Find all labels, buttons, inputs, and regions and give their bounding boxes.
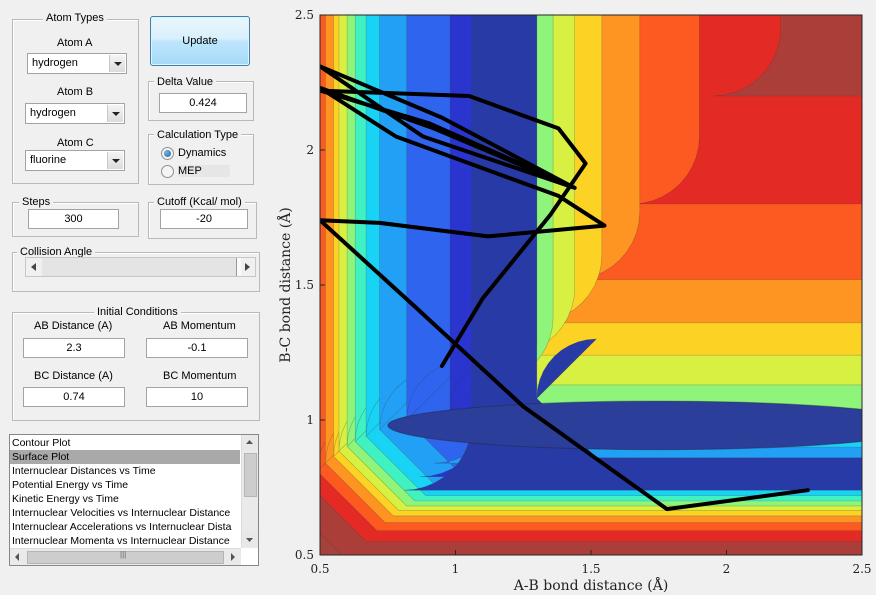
cutoff-title: Cutoff (Kcal/ mol): [154, 196, 245, 208]
y-tick-label: 2.5: [295, 8, 314, 22]
bc-momentum-input[interactable]: 10: [146, 387, 248, 407]
axis-ticks: 0.5 1 1.5 2 2.5 0.5 1 1.5 2 2.5: [295, 8, 872, 576]
atom-types-title: Atom Types: [43, 12, 107, 24]
contour-band: [420, 15, 862, 478]
cutoff-input[interactable]: -20: [160, 209, 248, 229]
hscroll-thumb[interactable]: |||: [27, 550, 224, 564]
contour-band: [333, 15, 862, 517]
plot-type-list[interactable]: Contour Plot Surface Plot Internuclear Dis…: [9, 434, 259, 566]
arrow-down-icon: [246, 538, 253, 542]
contour-band: [346, 15, 862, 507]
list-horizontal-scrollbar[interactable]: |||: [10, 548, 241, 565]
collision-angle-slider[interactable]: [25, 257, 256, 277]
steps-title: Steps: [19, 196, 54, 208]
chevron-down-icon[interactable]: [107, 152, 123, 169]
y-tick-label: 1: [306, 413, 314, 427]
slider-left-button[interactable]: [26, 258, 42, 276]
plot-frame: [319, 14, 863, 556]
atom-b-value: hydrogen: [30, 107, 76, 119]
slider-right-button[interactable]: [241, 258, 255, 276]
plot-type-item[interactable]: Kinetic Energy vs Time: [10, 492, 240, 506]
contour-bands: [320, 15, 862, 555]
plot-type-item[interactable]: Internuclear Distances vs Time: [10, 464, 240, 478]
arrow-right-icon: [245, 263, 250, 271]
plot-type-item[interactable]: Potential Energy vs Time: [10, 478, 240, 492]
atom-b-label: Atom B: [57, 86, 94, 98]
chevron-down-icon[interactable]: [109, 55, 125, 72]
x-tick-label: 0.5: [310, 562, 329, 576]
atom-b-select[interactable]: hydrogen: [25, 103, 125, 124]
atom-a-label: Atom A: [57, 37, 93, 49]
y-tick-label: 0.5: [295, 548, 314, 562]
steps-input[interactable]: 300: [28, 209, 119, 229]
calc-type-title: Calculation Type: [154, 129, 242, 141]
bc-distance-label: BC Distance (A): [34, 370, 113, 382]
plot-type-item[interactable]: Surface Plot: [10, 450, 240, 464]
contour-band: [325, 15, 862, 523]
atom-c-value: fluorine: [30, 154, 67, 166]
dynamics-radio[interactable]: [161, 147, 174, 160]
delta-title: Delta Value: [154, 76, 217, 88]
x-tick-label: 1: [452, 562, 460, 576]
ab-distance-label: AB Distance (A): [34, 320, 113, 332]
x-tick-label: 1.5: [581, 562, 600, 576]
grip-icon: |||: [120, 550, 127, 559]
contour-band: [320, 15, 862, 532]
arrow-left-icon: [31, 263, 36, 271]
arrow-up-icon: [246, 440, 253, 444]
x-tick-label: 2: [723, 562, 731, 576]
contour-band: [403, 15, 862, 491]
plot-type-items: Contour Plot Surface Plot Internuclear Dis…: [10, 436, 240, 548]
potential-well: [387, 400, 862, 451]
ab-momentum-label: AB Momentum: [163, 320, 236, 332]
mep-label: MEP: [178, 165, 230, 177]
arrow-right-icon[interactable]: [225, 549, 240, 565]
y-tick-label: 2: [306, 143, 314, 157]
bc-distance-input[interactable]: 0.74: [23, 387, 125, 407]
contour-band: [320, 15, 862, 555]
scroll-thumb[interactable]: [244, 453, 257, 497]
plot-type-item[interactable]: Internuclear Accelerations vs Internucle…: [10, 520, 240, 534]
plot-type-item[interactable]: Internuclear Momenta vs Internuclear Dis…: [10, 534, 240, 548]
reaction-trajectory: [320, 64, 810, 512]
contour-band: [406, 15, 862, 480]
trajectory-layer: [320, 64, 810, 512]
contour-band: [354, 15, 862, 502]
scroll-up-button[interactable]: [242, 435, 257, 450]
dynamics-label: Dynamics: [178, 147, 227, 159]
contour-band: [320, 15, 862, 542]
update-button[interactable]: Update: [150, 16, 250, 66]
ab-distance-input[interactable]: 2.3: [23, 338, 125, 358]
atom-a-select[interactable]: hydrogen: [27, 53, 127, 74]
atom-a-value: hydrogen: [32, 57, 78, 69]
potential-energy-surface: [320, 15, 862, 555]
chevron-down-icon[interactable]: [107, 105, 123, 122]
atom-c-select[interactable]: fluorine: [25, 150, 125, 171]
contour-band: [379, 15, 862, 490]
atom-c-label: Atom C: [57, 137, 94, 149]
mep-radio[interactable]: [161, 165, 174, 178]
y-axis-label: B-C bond distance (Å): [276, 207, 294, 362]
x-axis-label: A-B bond distance (Å): [513, 576, 669, 594]
delta-input[interactable]: 0.424: [159, 93, 247, 113]
plot-type-item[interactable]: Internuclear Velocities vs Internuclear …: [10, 506, 240, 520]
contour-band: [365, 15, 862, 496]
plot-type-item[interactable]: Contour Plot: [10, 436, 240, 450]
bc-momentum-label: BC Momentum: [163, 370, 237, 382]
scroll-down-button[interactable]: [242, 532, 257, 547]
arrow-left-icon[interactable]: [10, 549, 25, 565]
list-vertical-scrollbar[interactable]: [241, 435, 258, 548]
contour-band: [338, 15, 862, 511]
x-tick-label: 2.5: [852, 562, 871, 576]
initial-conditions-title: Initial Conditions: [94, 306, 181, 318]
y-tick-label: 1.5: [295, 278, 314, 292]
ab-momentum-input[interactable]: -0.1: [146, 338, 248, 358]
